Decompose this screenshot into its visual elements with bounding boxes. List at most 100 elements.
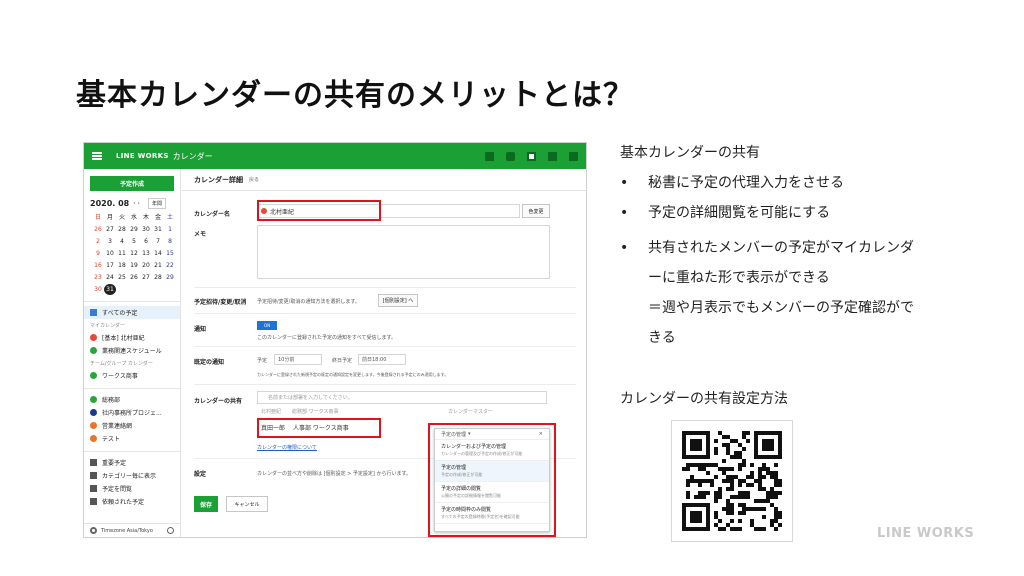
calendar-day[interactable]: 21 <box>152 260 164 271</box>
calendar-day[interactable]: 25 <box>116 272 128 283</box>
calendar-day[interactable]: 27 <box>140 272 152 283</box>
sidebar: 予定作成 2020. 08 ‹ › 年間 日月火水木金土 26 27 28 29 30 31… <box>84 169 181 537</box>
checkbox-icon[interactable] <box>90 409 97 416</box>
chevron-nav-icon[interactable]: ‹ › <box>133 200 140 207</box>
calendar-day[interactable]: 15 <box>164 248 176 259</box>
sidebar-calendar-item[interactable]: 社内事務所プロジェ... <box>84 406 180 419</box>
calendar-day[interactable]: 1 <box>164 224 176 235</box>
permission-option[interactable]: カレンダーおよび予定の管理 カレンダーの管理及び予定の作成/修正が可能 <box>435 440 549 461</box>
calendar-day[interactable]: 9 <box>92 248 104 259</box>
option-desc: カレンダーの管理及び予定の作成/修正が可能 <box>441 451 523 456</box>
year-view-button[interactable]: 年間 <box>147 198 166 209</box>
calendar-day[interactable]: 30 <box>140 224 152 235</box>
help-icon[interactable] <box>167 527 174 534</box>
option-title: 予定の詳細の閲覧 <box>441 486 482 492</box>
calendar-day[interactable]: 27 <box>104 224 116 235</box>
notes-icon[interactable] <box>548 151 557 161</box>
calendar-day[interactable]: 13 <box>140 248 152 259</box>
calendar-label: 業務関連スケジュール <box>102 348 162 355</box>
individual-settings-button[interactable]: [個別設定] へ <box>378 294 418 307</box>
calendar-day[interactable]: 19 <box>128 260 140 271</box>
calendar-day[interactable]: 4 <box>116 236 128 247</box>
permission-option[interactable]: 予定の管理 予定の作成/修正が可能 <box>435 461 549 482</box>
notice-toggle[interactable]: ON <box>257 321 277 330</box>
home-icon[interactable] <box>485 151 494 161</box>
weekday-header: 日 <box>94 214 101 221</box>
sidebar-tool-item[interactable]: 予定を問覧 <box>84 482 180 495</box>
calendar-day[interactable]: 10 <box>104 248 116 259</box>
calendar-day[interactable]: 20 <box>140 260 152 271</box>
gear-icon[interactable] <box>90 527 97 534</box>
calendar-day[interactable]: 31 <box>104 284 116 295</box>
qr-code[interactable] <box>671 420 793 542</box>
checkbox-icon[interactable] <box>90 347 97 354</box>
calendar-day[interactable]: 5 <box>128 236 140 247</box>
calendar-day[interactable]: 11 <box>116 248 128 259</box>
sidebar-tool-item[interactable]: カテゴリー毎に表示 <box>84 469 180 482</box>
calendar-day[interactable]: 16 <box>92 260 104 271</box>
weekday-header: 月 <box>106 214 113 221</box>
calendar-detail: カレンダー詳細 戻る カレンダー名 北村亜紀 色変更 メモ 予定招待/変更/取消… <box>182 169 586 537</box>
checkbox-icon[interactable] <box>90 334 97 341</box>
calendar-day[interactable]: 29 <box>128 224 140 235</box>
calendar-icon[interactable] <box>527 151 536 161</box>
calendar-day[interactable]: 29 <box>164 272 176 283</box>
calendar-day[interactable]: 24 <box>104 272 116 283</box>
calendar-day[interactable]: 23 <box>92 272 104 283</box>
permission-help-link[interactable]: カレンダーの権限について <box>257 444 317 451</box>
name-label: カレンダー名 <box>194 211 231 218</box>
selected-permission[interactable]: 予定の管理 <box>441 431 466 438</box>
calendar-day[interactable]: 31 <box>152 224 164 235</box>
calendar-day[interactable]: 18 <box>116 260 128 271</box>
calendar-day[interactable]: 26 <box>92 224 104 235</box>
tool-icon <box>90 485 97 492</box>
sidebar-tool-item[interactable]: 重要予定 <box>84 456 180 469</box>
weekday-header: 木 <box>142 214 149 221</box>
menu-icon[interactable] <box>92 152 102 160</box>
sidebar-calendar-item[interactable]: 営業連絡網 <box>84 419 180 432</box>
calendar-day[interactable]: 7 <box>152 236 164 247</box>
create-event-button[interactable]: 予定作成 <box>90 176 174 191</box>
calendar-day[interactable]: 2 <box>92 236 104 247</box>
permission-option[interactable]: 予定の詳細の閲覧 公開の予定の詳細情報を閲覧可能 <box>435 482 549 503</box>
sidebar-calendar-item[interactable]: [基本] 北村亜紀 <box>84 331 180 344</box>
bullet-item: • 予定の詳細閲覧を可能にする <box>620 205 831 221</box>
calendar-day[interactable]: 26 <box>128 272 140 283</box>
sidebar-calendar-item[interactable]: ワークス商事 <box>84 369 180 382</box>
group-my-calendar[interactable]: マイカレンダー <box>84 319 180 331</box>
sidebar-tool-item[interactable]: 依頼された予定 <box>84 495 180 508</box>
chat-icon[interactable] <box>506 151 515 161</box>
calendar-day[interactable]: 17 <box>104 260 116 271</box>
calendar-day[interactable]: 14 <box>152 248 164 259</box>
permission-dropdown[interactable]: 予定の管理 ▾ × カレンダーおよび予定の管理 カレンダーの管理及び予定の作成/修… <box>434 428 550 532</box>
calendar-day <box>140 284 152 295</box>
checkbox-icon[interactable] <box>90 396 97 403</box>
sidebar-calendar-item[interactable]: 業務関連スケジュール <box>84 344 180 357</box>
cancel-button[interactable]: キャンセル <box>226 496 268 512</box>
calendar-day[interactable]: 12 <box>128 248 140 259</box>
change-color-button[interactable]: 色変更 <box>522 204 550 218</box>
calendar-day[interactable]: 3 <box>104 236 116 247</box>
calendar-day[interactable]: 28 <box>152 272 164 283</box>
close-icon[interactable]: × <box>539 431 543 437</box>
weekday-header: 土 <box>166 214 173 221</box>
sidebar-item-all-events[interactable]: すべての予定 <box>84 306 180 319</box>
calendar-day[interactable]: 28 <box>116 224 128 235</box>
calendar-day[interactable]: 6 <box>140 236 152 247</box>
group-team-calendar[interactable]: チーム/グループ カレンダー <box>84 357 180 369</box>
permission-option[interactable]: 予定の時間枠のみ閲覧 すべての予定の登録時間(予定名)を確認可能 <box>435 503 549 524</box>
calendar-day[interactable]: 22 <box>164 260 176 271</box>
calendar-day[interactable]: 30 <box>92 284 104 295</box>
sidebar-calendar-item[interactable]: テスト <box>84 432 180 445</box>
mail-icon[interactable] <box>569 151 578 161</box>
back-link[interactable]: 戻る <box>249 176 259 183</box>
checkbox-icon[interactable] <box>90 372 97 379</box>
memo-field[interactable] <box>257 225 550 279</box>
calendar-day[interactable]: 8 <box>164 236 176 247</box>
mini-calendar-month: 2020. 08 <box>90 199 130 208</box>
option-title: 予定の管理 <box>441 465 467 471</box>
sidebar-calendar-item[interactable]: 総務部 <box>84 393 180 406</box>
checkbox-icon[interactable] <box>90 435 97 442</box>
save-button[interactable]: 保存 <box>194 496 218 512</box>
checkbox-icon[interactable] <box>90 422 97 429</box>
